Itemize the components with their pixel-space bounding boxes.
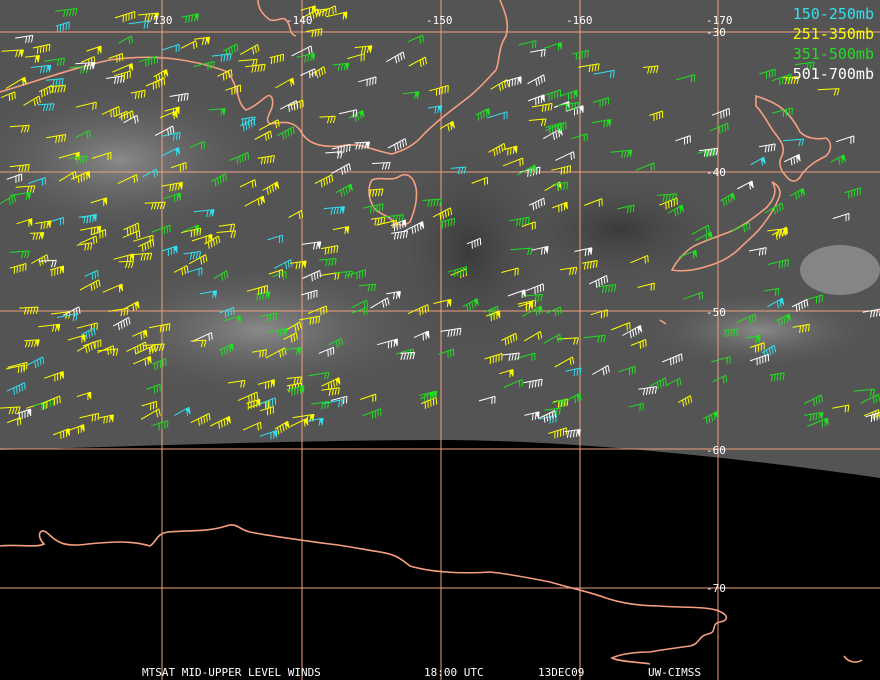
- pressure-level-legend: 150-250mb 251-350mb 351-500mb 501-700mb: [793, 4, 874, 84]
- satellite-wind-map: -130 -140 -150 -160 -170 -30 -40 -50 -60…: [0, 0, 880, 680]
- legend-item-501-700: 501-700mb: [792, 65, 874, 83]
- valid-time: 18:00 UTC: [424, 666, 484, 679]
- lat-label: -30: [706, 26, 726, 39]
- legend-item-150-250: 150-250mb: [792, 5, 874, 23]
- cloud-band: [800, 245, 880, 295]
- lat-label: -70: [706, 582, 726, 595]
- source-credit: UW-CIMSS: [648, 666, 701, 679]
- product-title: MTSAT MID-UPPER LEVEL WINDS: [142, 666, 321, 679]
- map-canvas: -130 -140 -150 -160 -170 -30 -40 -50 -60…: [0, 0, 880, 680]
- lat-label: -40: [706, 166, 726, 179]
- lat-label: -50: [706, 306, 726, 319]
- footer-caption: MTSAT MID-UPPER LEVEL WINDS 18:00 UTC 13…: [0, 601, 880, 679]
- legend-item-251-350: 251-350mb: [792, 25, 874, 43]
- lon-label: -140: [286, 14, 313, 27]
- valid-date: 13DEC09: [538, 666, 585, 679]
- lat-label: -60: [706, 444, 726, 457]
- legend-item-351-500: 351-500mb: [792, 45, 874, 63]
- lon-label: -150: [426, 14, 453, 27]
- lon-label: -160: [566, 14, 593, 27]
- lon-label: -130: [146, 14, 173, 27]
